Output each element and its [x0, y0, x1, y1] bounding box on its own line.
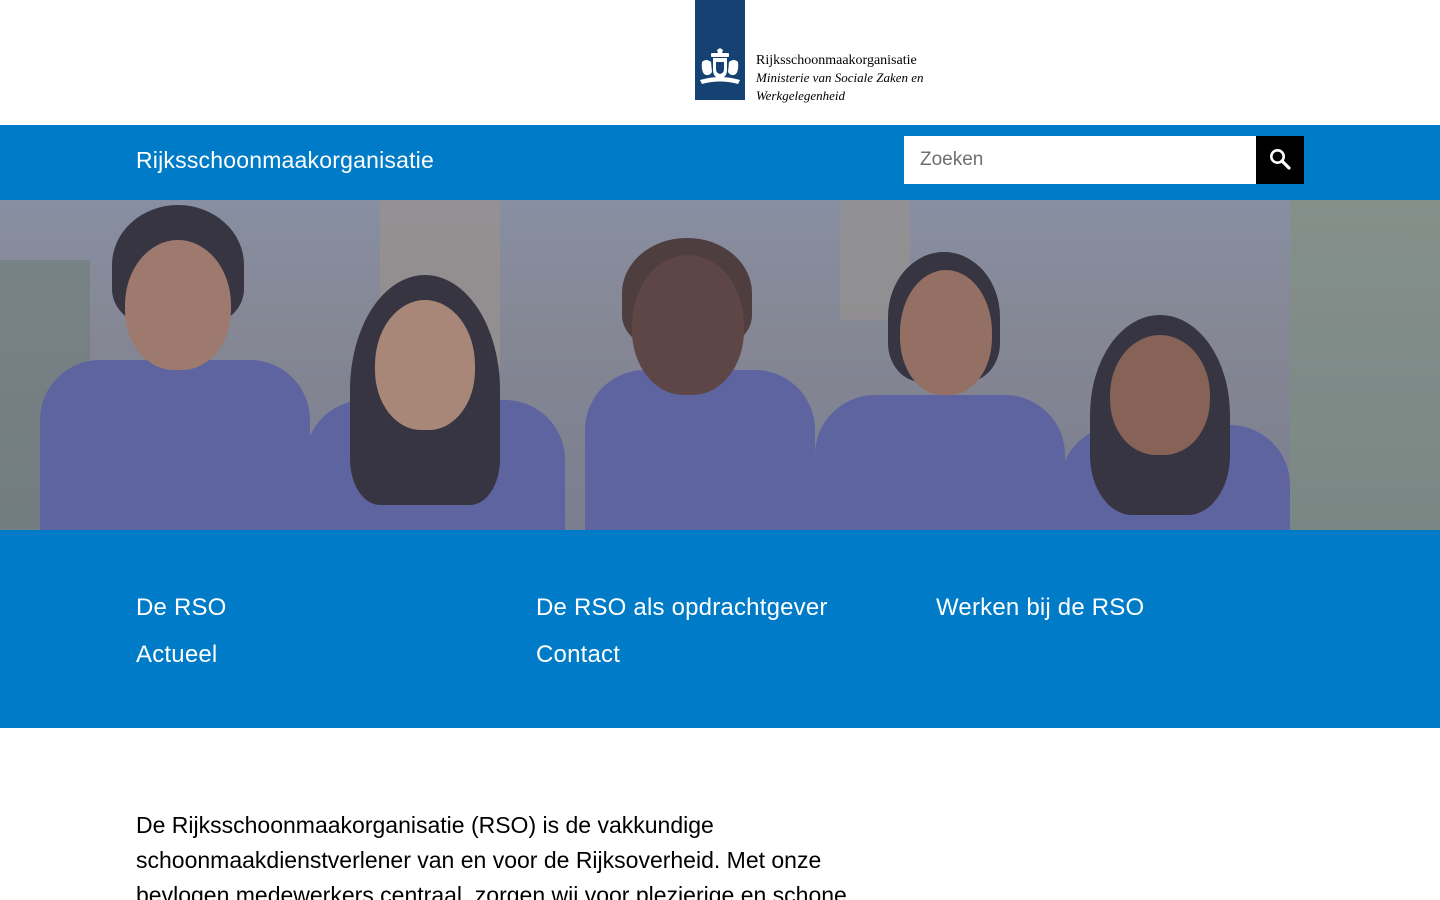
- search-input[interactable]: [904, 136, 1256, 184]
- search-button[interactable]: [1256, 136, 1304, 184]
- menu-link-opdrachtgever[interactable]: De RSO als opdrachtgever: [536, 594, 828, 622]
- menu-link-de-rso[interactable]: De RSO: [136, 594, 227, 622]
- logo-header: Rijksschoonmaakorganisatie Ministerie va…: [0, 0, 1440, 125]
- menu-link-werken-bij[interactable]: Werken bij de RSO: [936, 594, 1144, 622]
- hero-overlay: [0, 200, 1440, 530]
- logo-ministry: Ministerie van Sociale Zaken en Werkgele…: [756, 70, 924, 103]
- site-bar: Rijksschoonmaakorganisatie: [0, 125, 1440, 200]
- logo-wordmark: Rijksschoonmaakorganisatie Ministerie va…: [756, 52, 931, 105]
- search-icon: [1269, 148, 1291, 173]
- menu-link-contact[interactable]: Contact: [536, 641, 620, 669]
- search-form: [904, 136, 1304, 184]
- logo-bar: [695, 0, 745, 100]
- main-menu: De RSO De RSO als opdrachtgever Werken b…: [0, 530, 1440, 728]
- intro-paragraph: De Rijksschoonmaakorganisatie (RSO) is d…: [136, 812, 847, 900]
- hero-photo: [0, 200, 1440, 530]
- home-logo-link[interactable]: Rijksschoonmaakorganisatie Ministerie va…: [695, 0, 931, 105]
- logo-organisation: Rijksschoonmaakorganisatie: [756, 53, 917, 68]
- site-title-link[interactable]: Rijksschoonmaakorganisatie: [136, 147, 434, 174]
- menu-link-actueel[interactable]: Actueel: [136, 641, 217, 669]
